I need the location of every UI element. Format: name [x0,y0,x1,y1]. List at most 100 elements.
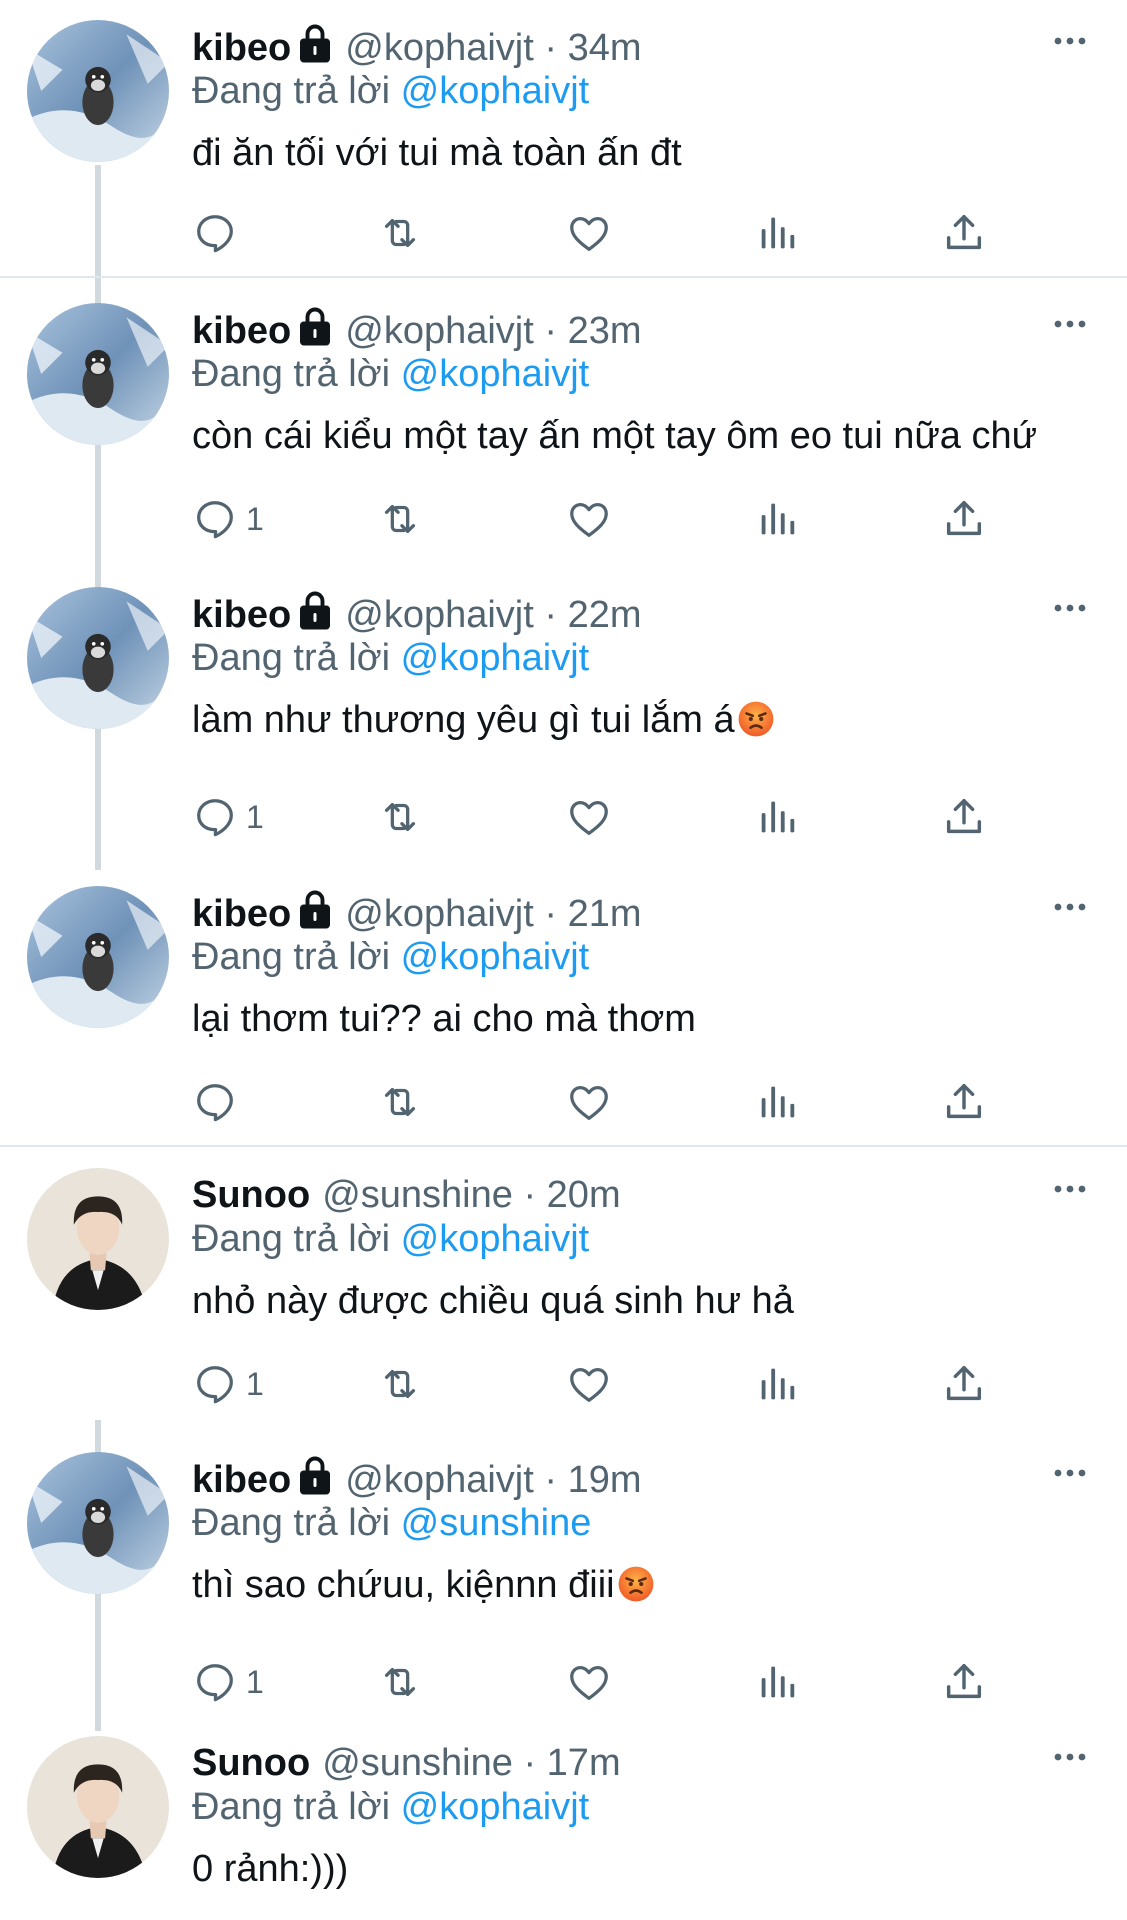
retweet-icon [377,1079,423,1125]
more-icon[interactable] [1050,1458,1090,1488]
share-icon [941,1361,987,1407]
share-icon [941,1079,987,1125]
more-icon[interactable] [1050,892,1090,922]
mention-link[interactable]: @kophaivjt [401,637,590,679]
avatar[interactable] [27,1736,169,1878]
retweet-button[interactable] [377,1654,423,1710]
mention-link[interactable]: @kophaivjt [401,1218,590,1260]
tweet-text-content: đi ăn tối với tui mà toàn ấn đt [192,132,682,174]
mention-link[interactable]: @kophaivjt [401,936,590,978]
user-handle[interactable]: @kophaivjt [345,310,534,352]
retweet-icon [377,210,423,256]
timestamp[interactable]: 17m [547,1742,621,1784]
action-bar: 1 [192,1356,1012,1412]
separator: · [523,1742,537,1784]
timestamp[interactable]: 23m [568,310,642,352]
avatar[interactable] [27,303,169,445]
share-icon [941,496,987,542]
display-name[interactable]: kibeo [192,594,291,636]
mention-link[interactable]: @kophaivjt [401,353,590,395]
separator: · [544,27,558,69]
share-icon [941,210,987,256]
avatar[interactable] [27,20,169,162]
avatar[interactable] [27,886,169,1028]
views-icon [754,794,800,840]
timestamp[interactable]: 22m [568,594,642,636]
display-name[interactable]: Sunoo [192,1174,310,1216]
timestamp[interactable]: 19m [568,1459,642,1501]
like-button[interactable] [566,491,612,547]
share-icon [941,1659,987,1705]
share-button[interactable] [941,1074,987,1130]
share-button[interactable] [941,1654,987,1710]
reply-button[interactable]: 1 [192,1356,264,1412]
reply-button[interactable] [192,1074,246,1130]
display-name[interactable]: kibeo [192,310,291,352]
reply-button[interactable] [192,205,246,261]
retweet-button[interactable] [377,491,423,547]
heart-icon [566,1361,612,1407]
replying-to-label: Đang trả lời [192,1218,391,1260]
replying-to: Đang trả lời @kophaivjt [192,1782,589,1832]
like-button[interactable] [566,1356,612,1412]
more-icon[interactable] [1050,1742,1090,1772]
views-button[interactable] [754,491,800,547]
user-handle[interactable]: @kophaivjt [345,893,534,935]
tweet-text-content: 0 rảnh:))) [192,1848,349,1890]
views-button[interactable] [754,1356,800,1412]
reply-button[interactable]: 1 [192,491,264,547]
timestamp[interactable]: 20m [547,1174,621,1216]
like-button[interactable] [566,1654,612,1710]
like-button[interactable] [566,789,612,845]
like-button[interactable] [566,1074,612,1130]
avatar[interactable] [27,587,169,729]
mention-link[interactable]: @kophaivjt [401,70,590,112]
retweet-button[interactable] [377,789,423,845]
share-button[interactable] [941,491,987,547]
action-bar: 1 [192,789,1012,845]
views-button[interactable] [754,1074,800,1130]
display-name[interactable]: kibeo [192,27,291,69]
divider [0,276,1127,278]
retweet-button[interactable] [377,1356,423,1412]
heart-icon [566,794,612,840]
avatar[interactable] [27,1452,169,1594]
user-handle[interactable]: @kophaivjt [345,1459,534,1501]
timestamp[interactable]: 21m [568,893,642,935]
share-button[interactable] [941,789,987,845]
views-button[interactable] [754,205,800,261]
mention-link[interactable]: @sunshine [401,1502,592,1544]
share-button[interactable] [941,205,987,261]
views-button[interactable] [754,789,800,845]
tweet-text: nhỏ này được chiều quá sinh hư hả [192,1276,794,1326]
retweet-button[interactable] [377,1074,423,1130]
tweet-text: thì sao chứuu, kiệnnn điii [192,1560,655,1610]
avatar[interactable] [27,1168,169,1310]
like-button[interactable] [566,205,612,261]
timestamp[interactable]: 34m [568,27,642,69]
retweet-button[interactable] [377,205,423,261]
replying-to: Đang trả lời @kophaivjt [192,932,589,982]
replying-to-label: Đang trả lời [192,70,391,112]
separator: · [544,310,558,352]
display-name[interactable]: kibeo [192,893,291,935]
reply-icon [192,1079,238,1125]
user-handle[interactable]: @sunshine [322,1742,513,1784]
more-icon[interactable] [1050,593,1090,623]
views-button[interactable] [754,1654,800,1710]
user-handle[interactable]: @kophaivjt [345,594,534,636]
reply-button[interactable]: 1 [192,789,264,845]
reply-button[interactable]: 1 [192,1654,264,1710]
more-icon[interactable] [1050,26,1090,56]
user-handle[interactable]: @sunshine [322,1174,513,1216]
divider [0,1145,1127,1147]
more-icon[interactable] [1050,309,1090,339]
display-name[interactable]: Sunoo [192,1742,310,1784]
mention-link[interactable]: @kophaivjt [401,1786,590,1828]
tweet-header: kibeo @kophaivjt · 21m [192,888,642,938]
display-name[interactable]: kibeo [192,1459,291,1501]
lock-icon [297,1454,333,1495]
share-button[interactable] [941,1356,987,1412]
user-handle[interactable]: @kophaivjt [345,27,534,69]
more-icon[interactable] [1050,1174,1090,1204]
